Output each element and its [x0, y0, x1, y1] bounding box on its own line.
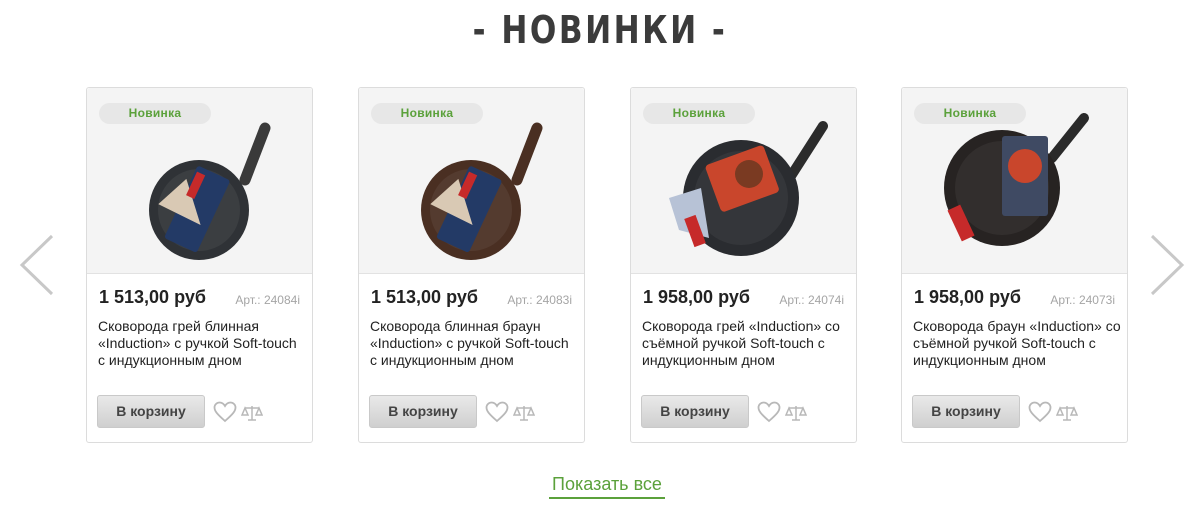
product-price: 1 513,00 руб	[371, 287, 478, 307]
new-badge: Новинка	[371, 103, 483, 124]
product-title[interactable]: Сковорода браун «Induction» со съёмной р…	[913, 318, 1121, 369]
heart-icon	[485, 401, 509, 423]
heart-icon	[1028, 401, 1052, 423]
product-image[interactable]: Новинка	[87, 88, 312, 274]
product-article: Арт.: 24084i	[235, 293, 300, 307]
product-card: Новинка 1 513,00 руб Арт.: 24083i Сковор…	[358, 87, 585, 443]
favorite-button[interactable]	[213, 401, 237, 423]
scales-icon	[512, 406, 536, 421]
carousel-prev-button[interactable]	[12, 230, 62, 300]
new-badge: Новинка	[99, 103, 211, 124]
add-to-cart-button[interactable]: В корзину	[912, 395, 1020, 428]
add-to-cart-button[interactable]: В корзину	[369, 395, 477, 428]
section-title: - НОВИНКИ -	[472, 8, 728, 52]
chevron-right-icon	[1150, 234, 1185, 296]
favorite-button[interactable]	[757, 401, 781, 423]
product-title[interactable]: Сковорода грей «Induction» со съёмной ру…	[642, 318, 850, 369]
chevron-left-icon	[19, 234, 54, 296]
show-all-link[interactable]: Показать все	[549, 474, 665, 499]
product-title[interactable]: Сковорода блинная браун «Induction» с ру…	[370, 318, 578, 369]
product-article: Арт.: 24074i	[779, 293, 844, 307]
compare-button[interactable]	[1055, 404, 1079, 422]
scales-icon	[784, 406, 808, 421]
product-title[interactable]: Сковорода грей блинная «Induction» с руч…	[98, 318, 306, 369]
scales-icon	[240, 406, 264, 421]
product-image[interactable]: Новинка	[359, 88, 584, 274]
compare-button[interactable]	[784, 404, 808, 422]
add-to-cart-button[interactable]: В корзину	[641, 395, 749, 428]
product-card: Новинка 1 513,00 руб Арт.: 24084i Сковор…	[86, 87, 313, 443]
product-article: Арт.: 24073i	[1050, 293, 1115, 307]
compare-button[interactable]	[512, 404, 536, 422]
product-price: 1 958,00 руб	[643, 287, 750, 307]
product-card: Новинка 1 958,00 руб Арт.: 24073i Сковор…	[901, 87, 1128, 443]
new-badge: Новинка	[643, 103, 755, 124]
scales-icon	[1055, 406, 1079, 421]
favorite-button[interactable]	[485, 401, 509, 423]
product-image[interactable]: Новинка	[631, 88, 856, 274]
product-price: 1 513,00 руб	[99, 287, 206, 307]
favorite-button[interactable]	[1028, 401, 1052, 423]
new-badge: Новинка	[914, 103, 1026, 124]
compare-button[interactable]	[240, 404, 264, 422]
product-card: Новинка 1 958,00 руб Арт.: 24074i Сковор…	[630, 87, 857, 443]
product-price: 1 958,00 руб	[914, 287, 1021, 307]
add-to-cart-button[interactable]: В корзину	[97, 395, 205, 428]
heart-icon	[757, 401, 781, 423]
heart-icon	[213, 401, 237, 423]
carousel-next-button[interactable]	[1142, 230, 1192, 300]
product-image[interactable]: Новинка	[902, 88, 1127, 274]
product-article: Арт.: 24083i	[507, 293, 572, 307]
